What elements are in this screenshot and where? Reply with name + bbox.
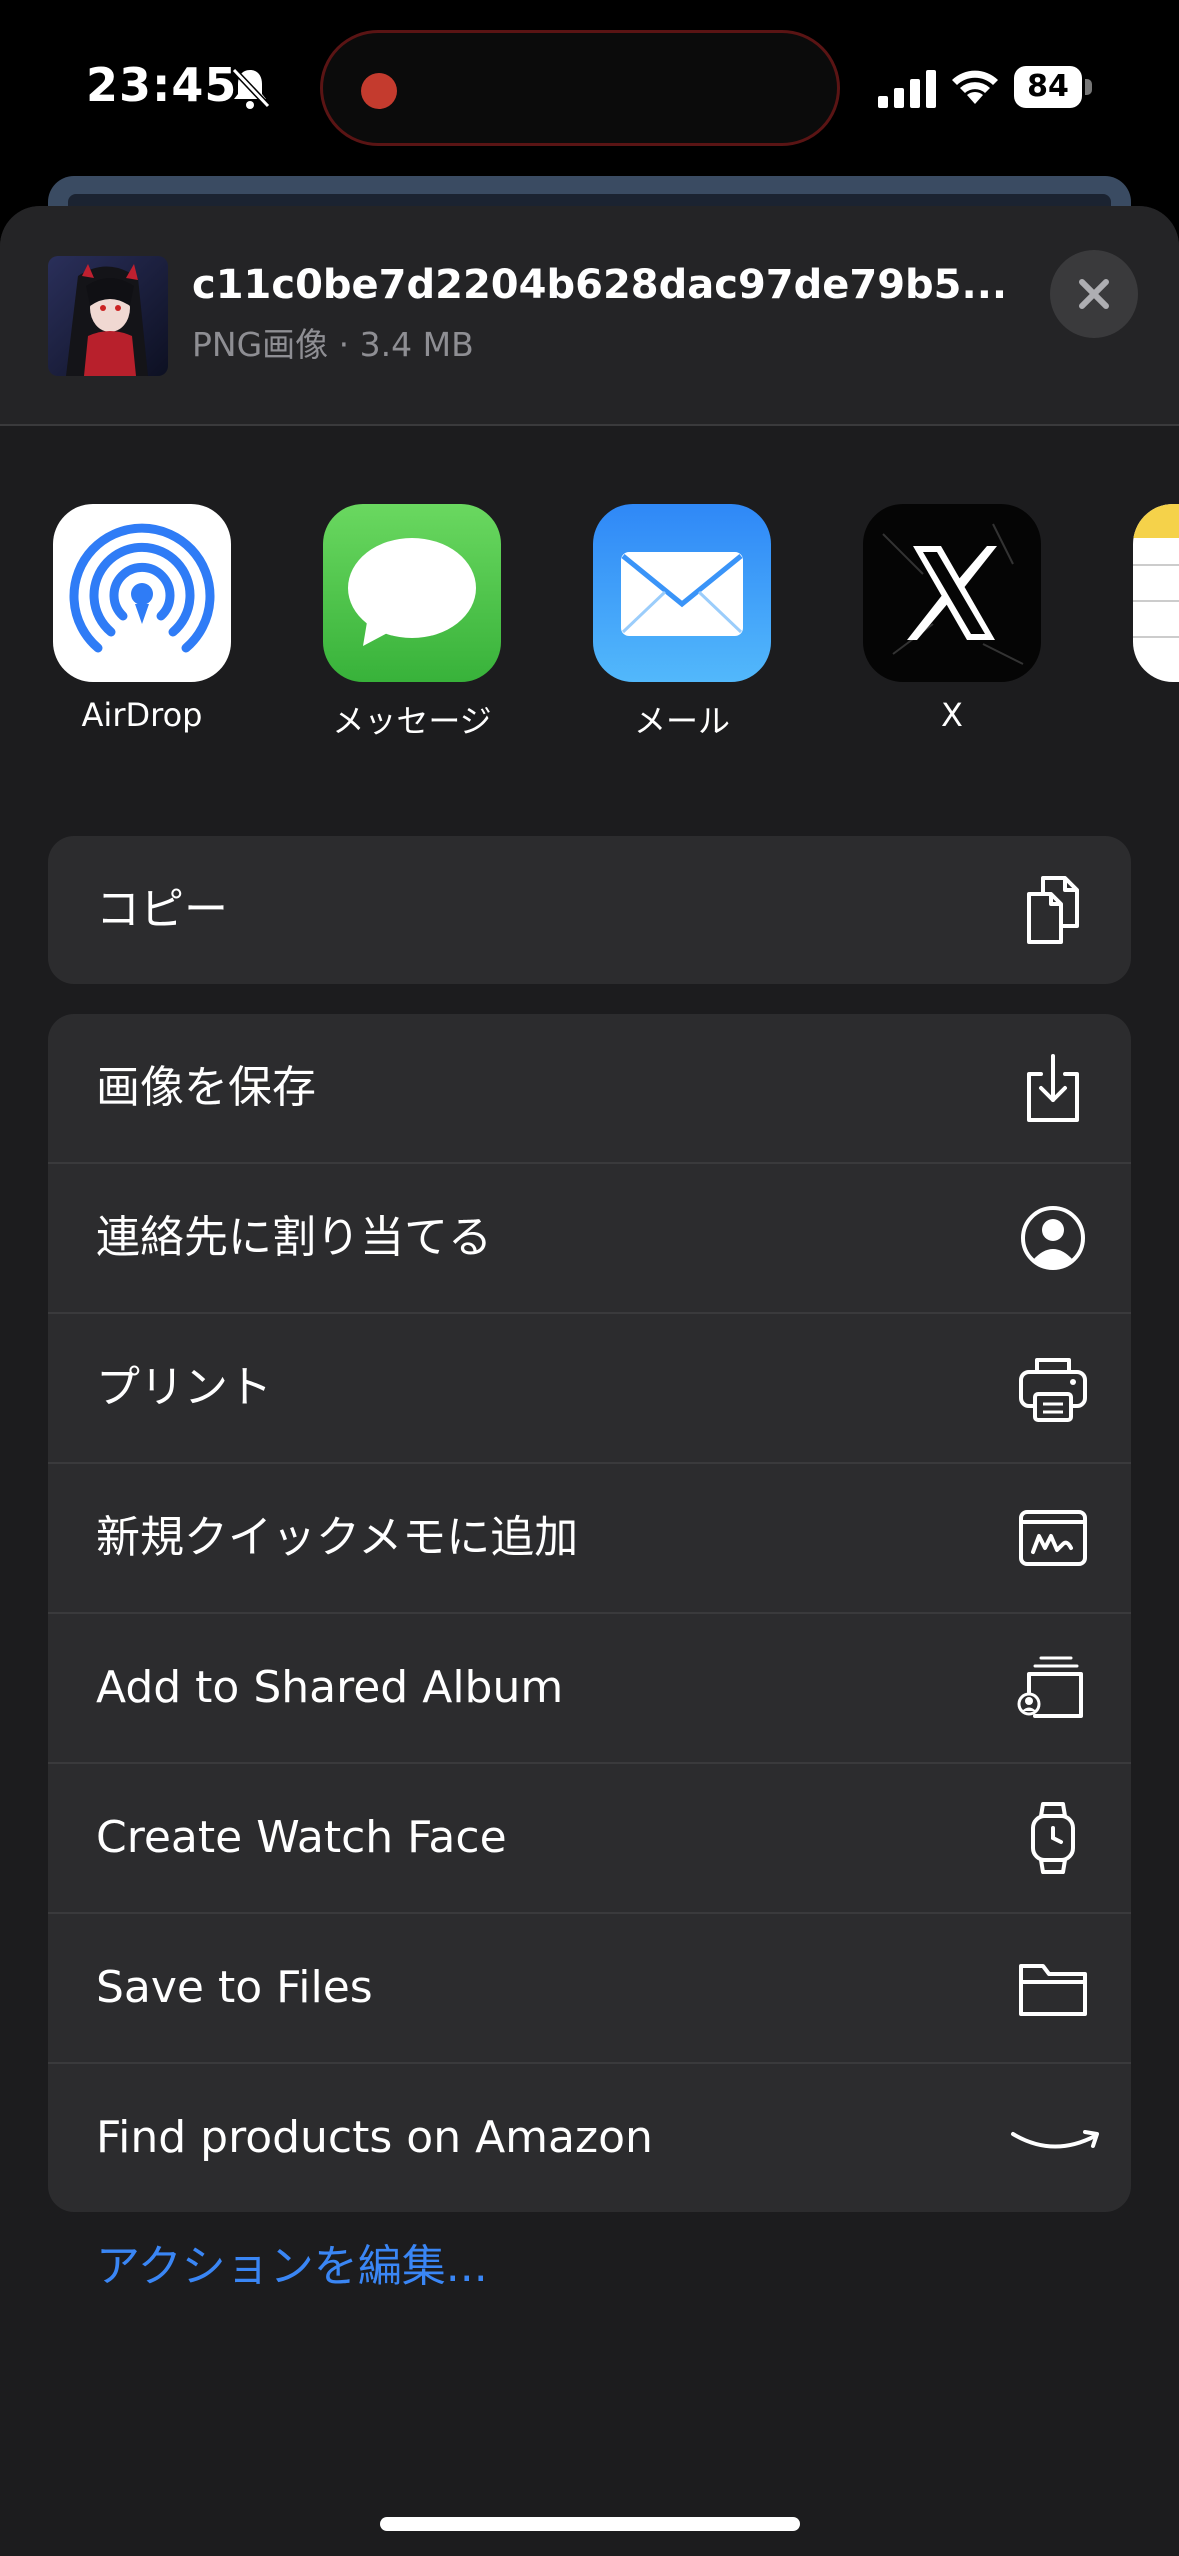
wifi-icon	[952, 70, 998, 104]
notes-icon-line	[1133, 564, 1179, 566]
share-apps-row: AirDrop メッセージ メール X	[0, 504, 1179, 764]
action-save-image[interactable]: 画像を保存	[48, 1014, 1131, 1164]
share-header: c11c0be7d2204b628dac97de79b5... PNG画像 · …	[0, 206, 1179, 426]
quick-note-icon	[1019, 1510, 1087, 1566]
app-x[interactable]: X	[862, 504, 1042, 734]
action-label: Find products on Amazon	[96, 2112, 653, 2163]
printer-icon	[1019, 1358, 1087, 1422]
mail-icon	[593, 504, 771, 682]
amazon-smile-icon	[1011, 2130, 1099, 2149]
messages-icon	[323, 504, 501, 682]
action-watch-face[interactable]: Create Watch Face	[48, 1764, 1131, 1914]
action-label: Create Watch Face	[96, 1812, 507, 1863]
notes-icon-line	[1133, 636, 1179, 638]
cellular-signal-icon	[878, 70, 936, 108]
x-app-icon	[863, 504, 1041, 682]
app-messages[interactable]: メッセージ	[322, 504, 502, 742]
app-label: AirDrop	[81, 696, 203, 734]
close-button[interactable]	[1050, 250, 1138, 338]
action-label: 画像を保存	[96, 1062, 316, 1113]
app-label: メッセージ	[332, 702, 492, 740]
action-label: 連絡先に割り当てる	[96, 1212, 492, 1263]
action-shared-album[interactable]: Add to Shared Album	[48, 1614, 1131, 1764]
file-name: c11c0be7d2204b628dac97de79b5...	[192, 262, 1008, 308]
share-sheet: c11c0be7d2204b628dac97de79b5... PNG画像 · …	[0, 206, 1179, 2556]
notes-icon[interactable]	[1133, 504, 1179, 682]
dynamic-island[interactable]	[320, 30, 840, 146]
watch-icon	[1031, 1802, 1075, 1874]
action-label: Save to Files	[96, 1962, 373, 2013]
app-airdrop[interactable]: AirDrop	[52, 504, 232, 734]
folder-icon	[1019, 1964, 1087, 2016]
file-meta: PNG画像 · 3.4 MB	[192, 325, 474, 364]
action-print[interactable]: プリント	[48, 1314, 1131, 1464]
action-quick-note[interactable]: 新規クイックメモに追加	[48, 1464, 1131, 1614]
shared-album-icon	[1017, 1656, 1083, 1718]
action-label: プリント	[96, 1362, 272, 1413]
action-label: Add to Shared Album	[96, 1662, 564, 1713]
status-time: 23:45	[86, 58, 238, 112]
battery-icon: 84	[1014, 66, 1094, 108]
actions-group: 画像を保存 連絡先に割り当てる プリント 新規クイックメモに追加 Add to …	[48, 1014, 1131, 2212]
edit-actions-link[interactable]: アクションを編集...	[96, 2230, 488, 2294]
action-copy[interactable]: コピー	[48, 836, 1131, 984]
xmark-icon	[1079, 279, 1109, 309]
app-label: メール	[633, 702, 730, 740]
copy-icon	[1027, 876, 1079, 944]
airdrop-icon	[53, 504, 231, 682]
status-bar: 23:45 84	[0, 0, 1179, 180]
recording-dot-icon	[361, 73, 397, 109]
bell-slash-icon	[231, 67, 270, 109]
action-label: 新規クイックメモに追加	[96, 1512, 579, 1563]
thumbnail-image	[48, 256, 168, 376]
copy-group: コピー	[48, 836, 1131, 984]
save-image-icon	[1027, 1054, 1079, 1122]
app-mail[interactable]: メール	[592, 504, 772, 742]
action-assign-contact[interactable]: 連絡先に割り当てる	[48, 1164, 1131, 1314]
file-thumbnail	[48, 256, 168, 376]
battery-tip	[1085, 79, 1092, 95]
app-label: X	[941, 696, 963, 734]
action-label: コピー	[96, 884, 228, 935]
action-save-files[interactable]: Save to Files	[48, 1914, 1131, 2064]
home-indicator[interactable]	[380, 2517, 800, 2531]
notes-icon-top	[1133, 504, 1179, 538]
notes-icon-line	[1133, 600, 1179, 602]
person-circle-icon	[1021, 1206, 1085, 1270]
battery-level: 84	[1014, 66, 1082, 108]
action-amazon[interactable]: Find products on Amazon	[48, 2064, 1131, 2212]
